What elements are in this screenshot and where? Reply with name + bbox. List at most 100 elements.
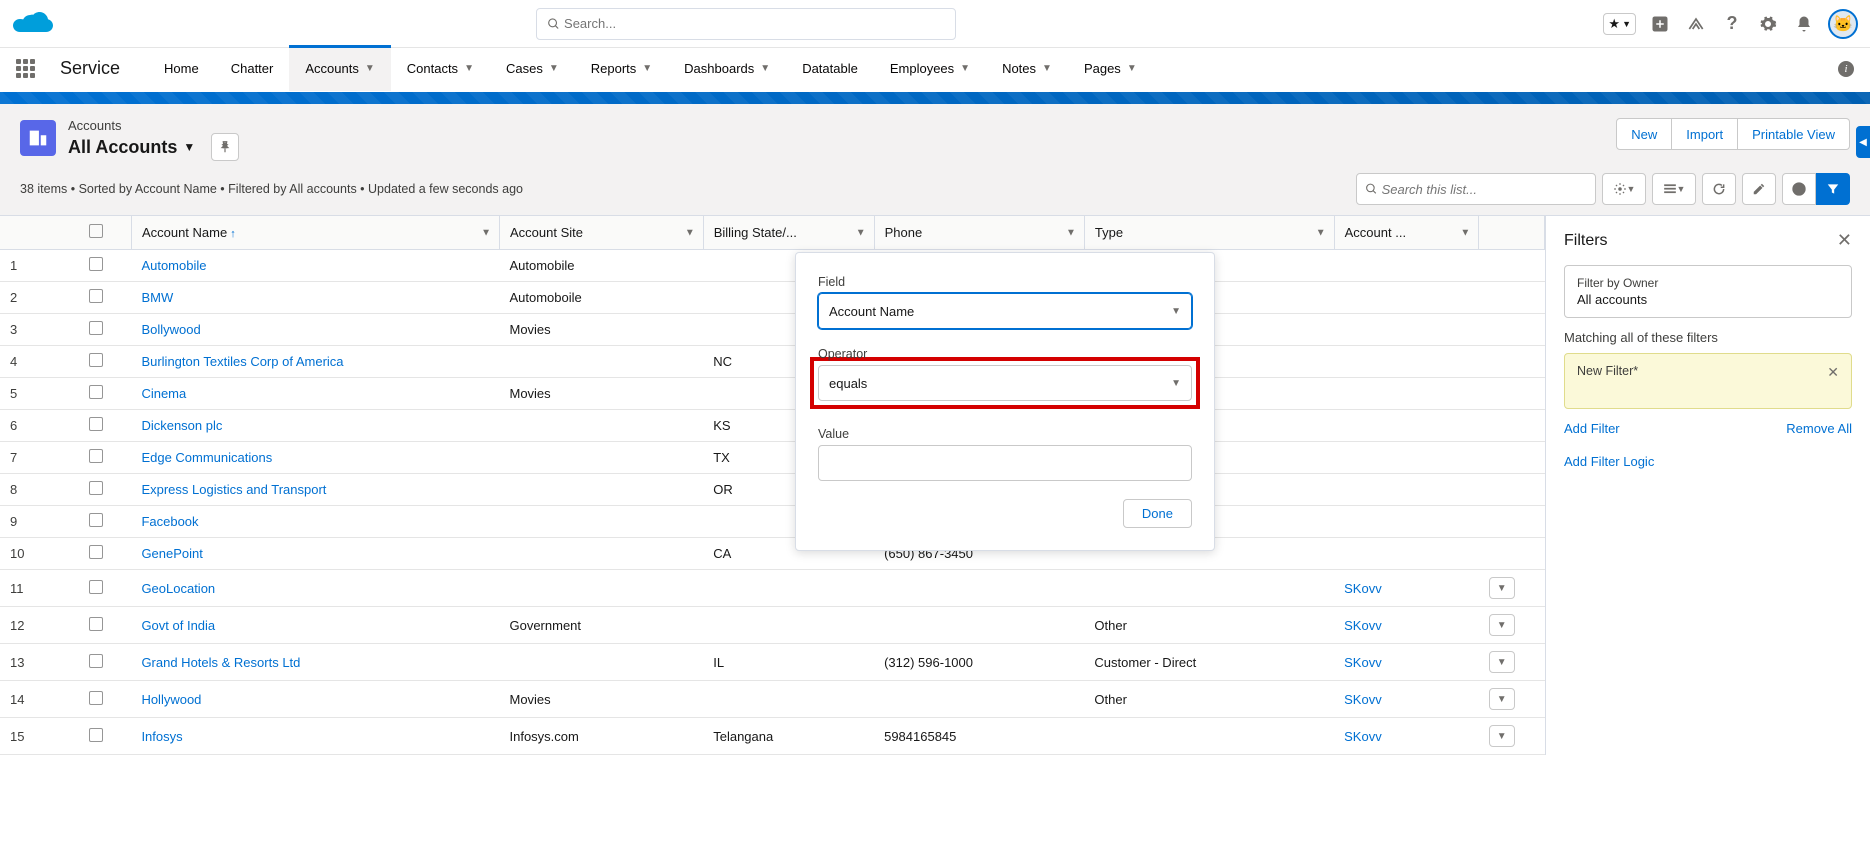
row-checkbox[interactable] [89,654,103,668]
col-owner[interactable]: Account ... [1345,225,1406,240]
row-checkbox[interactable] [89,691,103,705]
row-action-button[interactable]: ▼ [1489,688,1515,710]
row-checkbox[interactable] [89,580,103,594]
col-phone[interactable]: Phone [885,225,923,240]
account-name-link[interactable]: Grand Hotels & Resorts Ltd [141,655,300,670]
nav-item-contacts[interactable]: Contacts▼ [391,47,490,91]
favorites-button[interactable]: ★ ▼ [1603,13,1636,35]
account-name-link[interactable]: GeoLocation [141,581,215,596]
owner-link[interactable]: SKovv [1344,655,1382,670]
owner-link[interactable]: SKovv [1344,692,1382,707]
new-filter-card[interactable]: New Filter* ✕ [1564,353,1852,409]
col-state[interactable]: Billing State/... [714,225,797,240]
list-view-switcher[interactable]: All Accounts ▼ [68,133,239,161]
row-checkbox[interactable] [89,289,103,303]
list-search[interactable] [1356,173,1596,205]
remove-filter-button[interactable]: ✕ [1827,364,1839,381]
account-name-link[interactable]: Dickenson plc [141,418,222,433]
field-select[interactable]: Account Name ▼ [818,293,1192,329]
value-input[interactable] [818,445,1192,481]
import-button[interactable]: Import [1672,118,1738,150]
help-icon[interactable]: ? [1720,12,1744,36]
owner-link[interactable]: SKovv [1344,581,1382,596]
refresh-button[interactable] [1702,173,1736,205]
col-site[interactable]: Account Site [510,225,583,240]
account-name-link[interactable]: Cinema [141,386,186,401]
account-name-link[interactable]: Edge Communications [141,450,272,465]
operator-select[interactable]: equals ▼ [818,365,1192,401]
nav-item-accounts[interactable]: Accounts▼ [289,47,390,91]
remove-all-link[interactable]: Remove All [1786,421,1852,436]
nav-item-chatter[interactable]: Chatter [215,47,290,91]
add-filter-logic-link[interactable]: Add Filter Logic [1564,454,1852,469]
row-checkbox[interactable] [89,617,103,631]
done-button[interactable]: Done [1123,499,1192,528]
add-filter-link[interactable]: Add Filter [1564,421,1620,436]
nav-item-cases[interactable]: Cases▼ [490,47,575,91]
row-checkbox[interactable] [89,728,103,742]
gear-icon[interactable] [1756,12,1780,36]
row-action-button[interactable]: ▼ [1489,577,1515,599]
user-avatar[interactable]: 🐱 [1828,9,1858,39]
filter-owner-card[interactable]: Filter by Owner All accounts [1564,265,1852,318]
chevron-down-icon[interactable]: ▼ [1066,227,1076,238]
edit-button[interactable] [1742,173,1776,205]
printable-view-button[interactable]: Printable View [1738,118,1850,150]
account-name-link[interactable]: Bollywood [141,322,200,337]
account-name-link[interactable]: BMW [141,290,173,305]
col-name[interactable]: Account Name [142,225,227,240]
row-checkbox[interactable] [89,481,103,495]
chevron-down-icon[interactable]: ▼ [1460,227,1470,238]
row-checkbox[interactable] [89,449,103,463]
chevron-down-icon[interactable]: ▼ [856,227,866,238]
row-action-button[interactable]: ▼ [1489,614,1515,636]
row-action-button[interactable]: ▼ [1489,725,1515,747]
app-launcher-icon[interactable] [16,59,36,79]
add-icon[interactable] [1648,12,1672,36]
account-name-link[interactable]: Hollywood [141,692,201,707]
row-checkbox[interactable] [89,353,103,367]
nav-item-notes[interactable]: Notes▼ [986,47,1068,91]
info-icon[interactable]: i [1838,61,1854,77]
row-checkbox[interactable] [89,417,103,431]
pin-button[interactable] [211,133,239,161]
salesforce-logo[interactable] [12,9,56,39]
owner-link[interactable]: SKovv [1344,618,1382,633]
row-action-button[interactable]: ▼ [1489,651,1515,673]
nav-item-home[interactable]: Home [148,47,215,91]
filter-button[interactable] [1816,173,1850,205]
row-checkbox[interactable] [89,545,103,559]
nav-item-employees[interactable]: Employees▼ [874,47,986,91]
col-type[interactable]: Type [1095,225,1123,240]
list-controls-button[interactable]: ▼ [1602,173,1646,205]
list-search-input[interactable] [1382,182,1587,197]
nav-item-pages[interactable]: Pages▼ [1068,47,1153,91]
display-as-button[interactable]: ▼ [1652,173,1696,205]
nav-item-dashboards[interactable]: Dashboards▼ [668,47,786,91]
chart-button[interactable] [1782,173,1816,205]
chevron-down-icon[interactable]: ▼ [685,227,695,238]
row-checkbox[interactable] [89,513,103,527]
account-name-link[interactable]: Automobile [141,258,206,273]
account-name-link[interactable]: Infosys [141,729,182,744]
account-name-link[interactable]: Govt of India [141,618,215,633]
account-name-link[interactable]: Burlington Textiles Corp of America [141,354,343,369]
global-search-input[interactable] [564,16,945,31]
new-button[interactable]: New [1616,118,1672,150]
chevron-down-icon[interactable]: ▼ [1316,227,1326,238]
account-name-link[interactable]: Facebook [141,514,198,529]
select-all-checkbox[interactable] [89,224,103,238]
row-checkbox[interactable] [89,321,103,335]
global-search[interactable] [536,8,956,40]
chevron-down-icon[interactable]: ▼ [481,227,491,238]
notification-icon[interactable] [1792,12,1816,36]
owner-link[interactable]: SKovv [1344,729,1382,744]
nav-item-datatable[interactable]: Datatable [786,47,874,91]
row-checkbox[interactable] [89,257,103,271]
account-name-link[interactable]: Express Logistics and Transport [141,482,326,497]
salesforce-setup-icon[interactable] [1684,12,1708,36]
row-checkbox[interactable] [89,385,103,399]
collapse-tab[interactable]: ◀ [1856,126,1870,158]
close-filters-button[interactable]: ✕ [1837,230,1852,251]
nav-item-reports[interactable]: Reports▼ [575,47,668,91]
